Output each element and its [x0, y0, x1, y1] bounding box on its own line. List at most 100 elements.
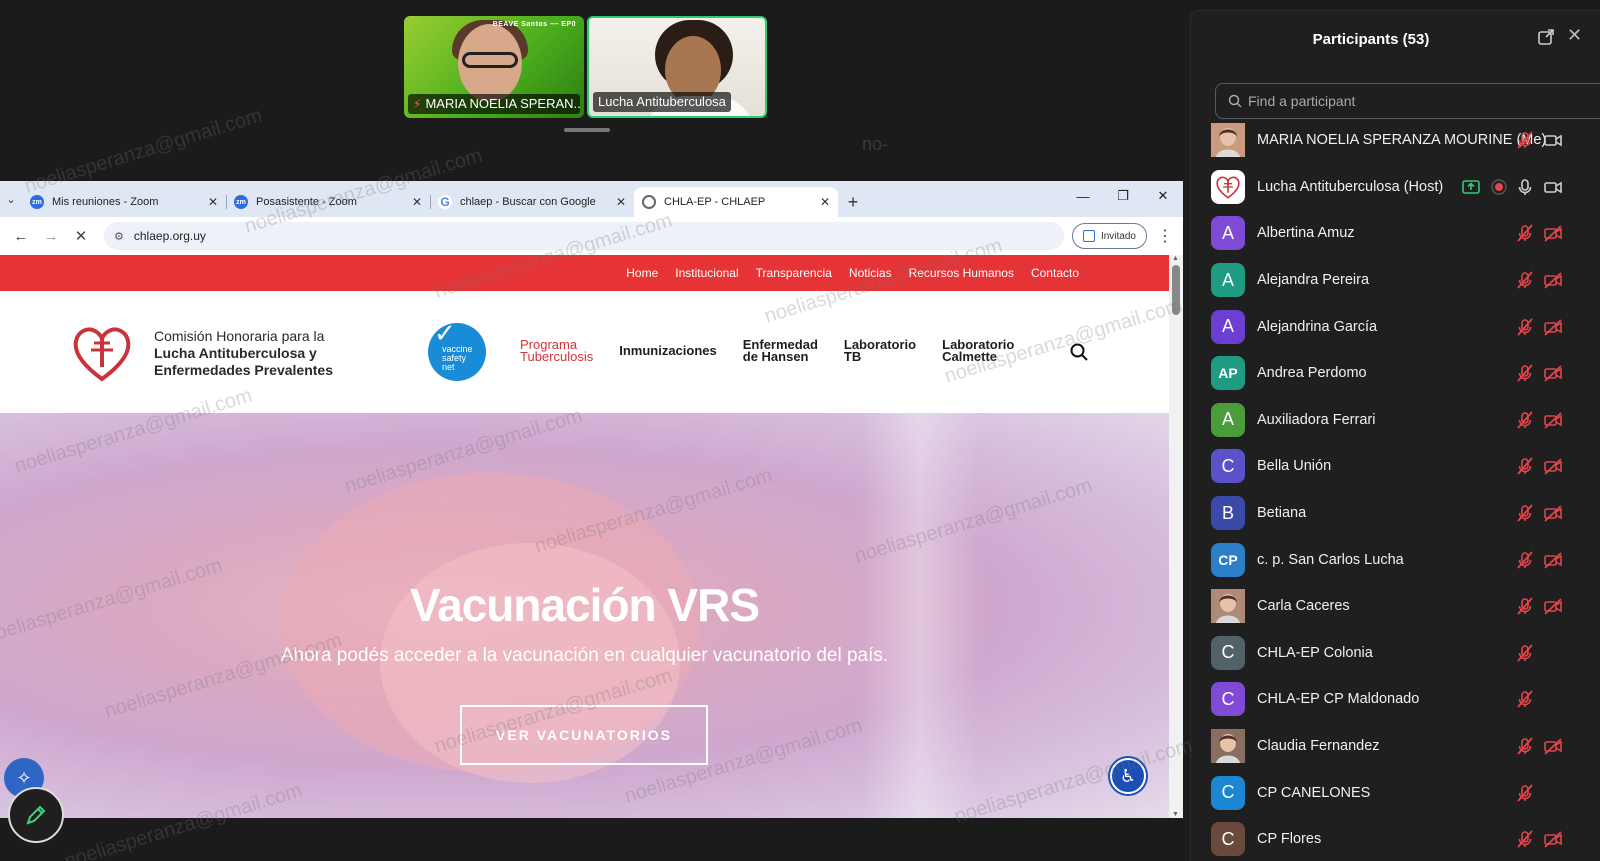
participant-status-icons: [1491, 783, 1591, 803]
profile-button[interactable]: Invitado: [1071, 223, 1147, 249]
address-bar[interactable]: ⚙ chlaep.org.uy: [104, 222, 1064, 250]
participant-row[interactable]: Lucha Antituberculosa (Host): [1191, 164, 1600, 211]
topnav-transparencia[interactable]: Transparencia: [756, 266, 832, 280]
avatar-initials: A: [1211, 309, 1245, 344]
search-input[interactable]: [1248, 93, 1548, 109]
video-tile-host[interactable]: Lucha Antituberculosa: [586, 16, 767, 118]
accessibility-icon[interactable]: ♿: [1110, 758, 1146, 794]
participant-row[interactable]: C CP CANELONES: [1191, 769, 1600, 816]
close-icon[interactable]: ✕: [412, 195, 422, 209]
topnav-home[interactable]: Home: [626, 266, 658, 280]
video-strip: BEAVE Santos ‒‒ EP0 ⚡ MARIA NOELIA SPERA…: [404, 16, 770, 120]
avatar-photo: [1211, 729, 1245, 764]
tab-google-search[interactable]: G chlaep - Buscar con Google ✕: [430, 187, 634, 217]
close-icon[interactable]: ✕: [208, 195, 218, 209]
topnav-contacto[interactable]: Contacto: [1031, 266, 1079, 280]
minimize-icon[interactable]: —: [1063, 181, 1103, 211]
topnav-institucional[interactable]: Institucional: [675, 266, 738, 280]
tab-posasistente[interactable]: zm Posasistente - Zoom ✕: [226, 187, 430, 217]
participant-name: Betiana: [1257, 505, 1307, 522]
topnav-noticias[interactable]: Noticias: [849, 266, 892, 280]
mic-off-icon: [1515, 643, 1535, 663]
avatar-initials: CP: [1211, 542, 1245, 577]
stop-loading-icon[interactable]: ✕: [66, 221, 96, 251]
participant-name: Lucha Antituberculosa (Host): [1257, 178, 1444, 195]
tab-list-chevron-icon[interactable]: ⌄: [0, 181, 22, 217]
avatar-initials: A: [1211, 402, 1245, 437]
participant-row[interactable]: C Bella Unión: [1191, 443, 1600, 490]
participant-name: Claudia Fernandez: [1257, 738, 1380, 755]
participant-row[interactable]: A Alejandrina García: [1191, 303, 1600, 350]
nav-programa-tuberculosis[interactable]: Programa Tuberculosis: [520, 338, 593, 363]
scroll-down-icon[interactable]: ▼: [1172, 811, 1179, 818]
chlaep-heart-cross-logo[interactable]: [70, 321, 134, 385]
close-icon[interactable]: ✕: [1567, 25, 1582, 46]
zoom-icon: zm: [234, 195, 248, 209]
participant-row[interactable]: CP c. p. San Carlos Lucha: [1191, 536, 1600, 583]
participant-status-icons: [1491, 130, 1591, 150]
nav-enfermedad-hansen[interactable]: Enfermedad de Hansen: [743, 338, 818, 363]
participant-row[interactable]: Claudia Fernandez: [1191, 723, 1600, 770]
nav-inmunizaciones[interactable]: Inmunizaciones: [619, 344, 717, 357]
google-icon: G: [438, 195, 452, 209]
popout-icon[interactable]: [1537, 28, 1555, 46]
tab-mis-reuniones[interactable]: zm Mis reuniones - Zoom ✕: [22, 187, 226, 217]
participant-name: Alejandrina García: [1257, 318, 1378, 335]
tab-chlaep[interactable]: CHLA-EP - CHLAEP ✕: [634, 187, 838, 217]
participant-row[interactable]: A Alejandra Pereira: [1191, 257, 1600, 304]
participant-row[interactable]: C CHLA-EP CP Maldonado: [1191, 676, 1600, 723]
browser-menu-icon[interactable]: ⋮: [1153, 226, 1177, 246]
video-off-icon: [1543, 317, 1563, 337]
participant-row[interactable]: C CP Flores: [1191, 816, 1600, 861]
host-logo-avatar: [1211, 169, 1245, 204]
back-icon[interactable]: ←: [6, 221, 36, 251]
participant-status-icons: [1491, 503, 1591, 523]
new-tab-button[interactable]: +: [838, 187, 868, 217]
mic-off-icon: [1515, 829, 1535, 849]
ver-vacunatorios-button[interactable]: VER VACUNATORIOS: [460, 705, 708, 765]
avatar-initials: AP: [1211, 356, 1245, 391]
scroll-up-icon[interactable]: ▲: [1172, 255, 1179, 262]
participant-row[interactable]: MARIA NOELIA SPERANZA MOURINE (Me): [1191, 117, 1600, 164]
participant-row[interactable]: C CHLA-EP Colonia: [1191, 630, 1600, 677]
tile-banner: BEAVE Santos ‒‒ EP0: [492, 21, 576, 28]
site-header: Comisión Honoraria para la Lucha Antitub…: [0, 291, 1169, 413]
tile-name-label: ⚡ MARIA NOELIA SPERAN...: [408, 94, 580, 114]
forward-icon[interactable]: →: [36, 221, 66, 251]
close-icon[interactable]: ✕: [820, 195, 830, 209]
participant-status-icons: [1491, 270, 1591, 290]
browser-tabbar: ⌄ zm Mis reuniones - Zoom ✕ zm Posasiste…: [0, 181, 1183, 217]
search-icon[interactable]: [1070, 343, 1088, 361]
mic-off-icon: [1515, 223, 1535, 243]
participant-row[interactable]: Carla Caceres: [1191, 583, 1600, 630]
site-settings-icon[interactable]: ⚙: [114, 230, 124, 243]
close-icon[interactable]: ✕: [616, 195, 626, 209]
participant-search[interactable]: [1215, 83, 1600, 119]
annotate-pen-button[interactable]: [8, 787, 64, 843]
participant-status-icons: [1491, 689, 1591, 709]
participant-row[interactable]: AP Andrea Perdomo: [1191, 350, 1600, 397]
nav-laboratorio-tb[interactable]: Laboratorio TB: [844, 338, 916, 363]
close-window-icon[interactable]: ✕: [1143, 181, 1183, 211]
video-off-icon: [1543, 736, 1563, 756]
zoom-meeting-window: BEAVE Santos ‒‒ EP0 ⚡ MARIA NOELIA SPERA…: [0, 0, 1600, 861]
mic-off-icon: [1515, 550, 1535, 570]
vaccine-safety-net-badge[interactable]: ✓ vaccine safety net: [428, 320, 486, 381]
strip-resize-handle[interactable]: [564, 128, 610, 132]
record-icon: [1489, 177, 1509, 197]
org-name[interactable]: Comisión Honoraria para la Lucha Antitub…: [154, 328, 333, 379]
nav-laboratorio-calmette[interactable]: Laboratorio Calmette: [942, 338, 1014, 363]
topnav-recursos-humanos[interactable]: Recursos Humanos: [909, 266, 1014, 280]
participant-row[interactable]: A Auxiliadora Ferrari: [1191, 397, 1600, 444]
video-tile-maria[interactable]: BEAVE Santos ‒‒ EP0 ⚡ MARIA NOELIA SPERA…: [404, 16, 584, 118]
restore-icon[interactable]: ❐: [1103, 181, 1143, 211]
participant-row[interactable]: A Albertina Amuz: [1191, 210, 1600, 257]
url-text: chlaep.org.uy: [133, 229, 206, 243]
participant-name: Andrea Perdomo: [1257, 365, 1367, 382]
page-scrollbar[interactable]: ▲ ▼: [1169, 255, 1183, 818]
participant-row[interactable]: B Betiana: [1191, 490, 1600, 537]
mic-icon: [1515, 177, 1535, 197]
video-icon: [1543, 177, 1563, 197]
video-off-icon: [1543, 410, 1563, 430]
avatar-initials: A: [1211, 263, 1245, 298]
